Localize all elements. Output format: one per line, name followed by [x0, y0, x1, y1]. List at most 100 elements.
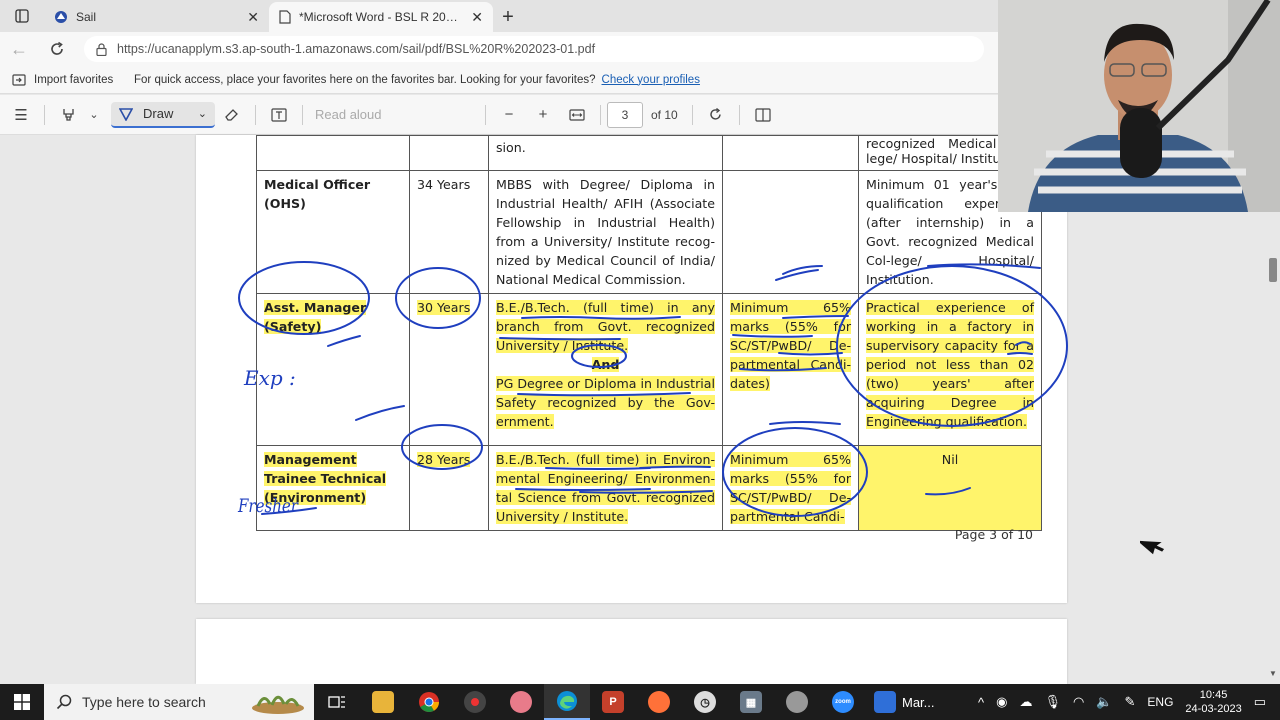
text-box-icon[interactable]: [262, 95, 296, 135]
refresh-icon: [51, 41, 63, 55]
divider: [600, 104, 601, 125]
chevron-down-icon[interactable]: ⌄: [85, 95, 103, 135]
table-cell: B.E./B.Tech. (full time) in any branch f…: [488, 293, 723, 446]
file-explorer-button[interactable]: [360, 684, 406, 720]
clock-app-icon: ◷: [694, 691, 716, 713]
url-field[interactable]: https://ucanapplym.s3.ap-south-1.amazona…: [84, 36, 984, 62]
active-app-label: Mar...: [902, 694, 935, 710]
active-app-button[interactable]: Mar...: [866, 684, 956, 720]
qualification-a: B.E./B.Tech. (full time) in any branch f…: [496, 300, 715, 353]
onedrive-icon[interactable]: ☁: [1019, 694, 1032, 710]
check-profiles-link[interactable]: Check your profiles: [602, 74, 700, 86]
start-button[interactable]: [0, 684, 44, 720]
address-bar-row: ← https://ucanapplym.s3.ap-south-1.amazo…: [0, 32, 1000, 66]
browser-tabstrip: Sail ✕ *Microsoft Word - BSL R 2023-01 ✕…: [0, 0, 1000, 32]
scroll-down-icon[interactable]: ▼: [1269, 669, 1277, 678]
tab-actions-button[interactable]: [0, 0, 44, 32]
table-cell: Asst. Manager (Safety): [256, 293, 410, 446]
edge-button[interactable]: [544, 684, 590, 720]
age-limit: 30 Years: [417, 300, 471, 315]
meet-now-icon[interactable]: ◉: [996, 694, 1007, 710]
tab-actions-icon: [15, 9, 29, 23]
close-tab-icon[interactable]: ✕: [247, 9, 259, 26]
table-row: Asst. Manager (Safety) 30 Years B.E./B.T…: [256, 293, 1042, 446]
scrollbar-thumb[interactable]: [1269, 258, 1277, 282]
experience: Practical experience of working in a fac…: [866, 300, 1034, 429]
time-label: 10:45: [1199, 689, 1228, 701]
import-favorites-button[interactable]: Import favorites: [12, 74, 134, 86]
zoom-out-icon[interactable]: −: [492, 95, 526, 135]
highlight-icon[interactable]: [51, 95, 85, 135]
pen-icon: [119, 107, 133, 121]
date-label: 24-03-2023: [1185, 703, 1242, 715]
table-cell: [409, 135, 489, 171]
page-view-icon[interactable]: [746, 95, 780, 135]
favorites-message: For quick access, place your favorites h…: [134, 73, 596, 86]
recruitment-table: sion. recognized Medical Col-lege/ Hospi…: [256, 135, 1042, 531]
powerpoint-icon: P: [602, 691, 624, 713]
refresh-button[interactable]: [38, 32, 76, 66]
zoom-in-icon[interactable]: +: [526, 95, 560, 135]
tab-pdf[interactable]: *Microsoft Word - BSL R 2023-01 ✕: [269, 2, 493, 32]
folder-icon: [372, 691, 394, 713]
wifi-icon[interactable]: ◠: [1073, 694, 1084, 710]
paint-button[interactable]: [498, 684, 544, 720]
divider: [255, 104, 256, 125]
import-icon: [12, 73, 26, 86]
divider: [738, 104, 740, 125]
chrome-button[interactable]: [406, 684, 452, 720]
chrome-icon: [419, 692, 439, 712]
experience: Nil: [858, 445, 1042, 531]
table-cell: Minimum 65% marks (55% for SC/ST/PwBD/ D…: [722, 293, 859, 446]
notifications-icon[interactable]: ▭: [1254, 694, 1266, 710]
clock-app-button[interactable]: ◷: [682, 684, 728, 720]
photos-button[interactable]: [774, 684, 820, 720]
zoom-icon: zoom: [832, 691, 854, 713]
powerpoint-button[interactable]: P: [590, 684, 636, 720]
back-button[interactable]: ←: [0, 32, 38, 66]
table-cell: 28 Years: [409, 445, 489, 531]
draw-button[interactable]: Draw ⌄: [111, 101, 215, 128]
pdf-page: sion. recognized Medical Col-lege/ Hospi…: [196, 135, 1067, 603]
app-icon: [874, 691, 896, 713]
language-indicator[interactable]: ENG: [1147, 695, 1173, 709]
task-view-icon: [328, 696, 345, 708]
import-favorites-label: Import favorites: [34, 73, 114, 86]
clock[interactable]: 10:45 24-03-2023: [1185, 688, 1241, 716]
lock-icon: [96, 42, 107, 56]
read-aloud-button[interactable]: Read aloud: [315, 107, 395, 122]
tab-sail[interactable]: Sail ✕: [44, 2, 269, 32]
eraser-icon[interactable]: [215, 95, 249, 135]
zoom-button[interactable]: zoom: [820, 684, 866, 720]
firefox-button[interactable]: [636, 684, 682, 720]
mouse-cursor-icon: [1140, 540, 1164, 555]
palette-icon: [786, 691, 808, 713]
age-limit: 34 Years: [409, 170, 489, 294]
show-hidden-icons-icon[interactable]: ^: [978, 695, 984, 710]
calculator-button[interactable]: ▦: [728, 684, 774, 720]
table-cell: [256, 135, 410, 171]
page-count-label: of 10: [651, 107, 678, 122]
taskbar-search-input[interactable]: Type here to search: [44, 684, 314, 720]
new-tab-button[interactable]: +: [493, 2, 523, 32]
contents-icon[interactable]: ☰: [4, 95, 38, 135]
task-view-button[interactable]: [314, 684, 360, 720]
pen-menu-icon[interactable]: ✎: [1125, 694, 1136, 710]
microphone-icon[interactable]: 🎙: [1044, 694, 1061, 710]
screen-recorder-button[interactable]: [452, 684, 498, 720]
calculator-icon: ▦: [740, 691, 762, 713]
table-cell: 30 Years: [409, 293, 489, 446]
qualification: MBBS with Degree/ Diploma in Industrial …: [488, 170, 723, 294]
sail-favicon-icon: [55, 11, 67, 23]
divider: [44, 104, 45, 125]
search-placeholder: Type here to search: [82, 694, 206, 710]
vertical-scrollbar[interactable]: ▼: [1266, 212, 1280, 684]
rotate-icon[interactable]: [699, 95, 733, 135]
search-highlight-icon: [252, 695, 304, 714]
fit-page-icon[interactable]: [560, 95, 594, 135]
close-tab-icon[interactable]: ✕: [471, 9, 483, 26]
page-number-input[interactable]: 3: [607, 101, 643, 128]
tab-title: *Microsoft Word - BSL R 2023-01: [299, 10, 464, 24]
volume-icon[interactable]: 🔈: [1096, 694, 1112, 710]
table-cell: B.E./B.Tech. (full time) in Environ-ment…: [488, 445, 723, 531]
